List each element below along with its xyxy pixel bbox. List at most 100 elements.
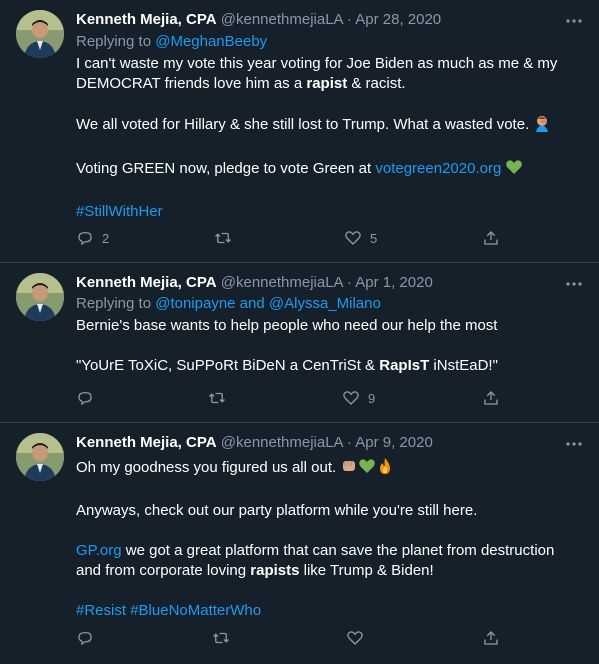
share-icon [484, 391, 498, 405]
separator: · [346, 434, 352, 451]
replying-to: Replying to @MeghanBeeby [76, 32, 267, 52]
reply-icon [78, 392, 92, 406]
text: like Trump & Biden! [299, 562, 434, 579]
display-name[interactable]: Kenneth Mejia, CPA [76, 274, 217, 291]
handle[interactable]: @kennethmejiaLA [221, 434, 343, 451]
url-link[interactable]: GP.org [76, 542, 122, 559]
display-name[interactable]: Kenneth Mejia, CPA [76, 11, 217, 28]
green-heart-emoji [358, 457, 376, 481]
avatar[interactable] [16, 273, 64, 321]
like-icon [347, 631, 363, 645]
tweet-paragraph: We all voted for Hillary & she still los… [76, 114, 581, 138]
more-icon[interactable] [565, 435, 583, 449]
tweet-text: I can't waste my vote this year voting f… [76, 54, 581, 222]
reply-icon [78, 232, 92, 246]
timestamp[interactable]: Apr 1, 2020 [355, 274, 433, 291]
tweet-paragraph: "YoUrE ToXiC, SuPPoRt BiDeN a CenTriSt &… [76, 356, 581, 376]
like-button[interactable] [346, 628, 364, 648]
retweet-icon [209, 392, 225, 404]
tweet-paragraph: Bernie's base wants to help people who n… [76, 316, 581, 336]
reply-count: 2 [102, 230, 110, 246]
text: iNstEaD!" [429, 357, 498, 374]
text: Bernie's base wants to help people who n… [76, 317, 498, 334]
hashtag-link[interactable]: #BlueNoMatterWho [130, 602, 261, 619]
tweet-paragraph: Anyways, check out our party platform wh… [76, 501, 581, 521]
url-link[interactable]: votegreen2020.org [375, 160, 501, 177]
tweet[interactable]: Kenneth Mejia, CPA @kennethmejiaLA · Apr… [0, 0, 599, 263]
text: & racist. [347, 75, 406, 92]
like-count: 5 [370, 230, 378, 246]
facepalm-emoji [533, 114, 551, 138]
tweet-paragraph: #Resist #BlueNoMatterWho [76, 601, 581, 621]
tweet-paragraph: GP.org we got a great platform that can … [76, 541, 581, 581]
bold-text: rapist [306, 75, 348, 92]
tweet-paragraph: I can't waste my vote this year voting f… [76, 54, 581, 94]
tweet-paragraph: Voting GREEN now, pledge to vote Green a… [76, 158, 581, 182]
retweet-icon [213, 632, 229, 644]
reply-button[interactable] [76, 388, 94, 408]
text: "YoUrE ToXiC, SuPPoRt BiDeN a CenTriSt & [76, 357, 380, 374]
avatar-image [16, 10, 64, 58]
more-icon[interactable] [565, 275, 583, 289]
share-button[interactable] [482, 388, 500, 408]
action-bar: 2 5 [76, 228, 506, 248]
replying-to: Replying to @tonipayne and @Alyssa_Milan… [76, 294, 381, 314]
green-heart-emoji [505, 158, 523, 182]
text: We all voted for Hillary & she still los… [76, 116, 530, 133]
text: Anyways, check out our party platform wh… [76, 502, 478, 519]
more-icon[interactable] [565, 12, 583, 26]
tweet-header: Kenneth Mejia, CPA @kennethmejiaLA · Apr… [76, 273, 433, 293]
display-name[interactable]: Kenneth Mejia, CPA [76, 434, 217, 451]
avatar[interactable] [16, 10, 64, 58]
fist-emoji [340, 457, 358, 481]
tweet-header: Kenneth Mejia, CPA @kennethmejiaLA · Apr… [76, 433, 433, 453]
text: Oh my goodness you figured us all out. [76, 459, 337, 476]
avatar-image [16, 273, 64, 321]
avatar[interactable] [16, 433, 64, 481]
reply-button[interactable]: 2 [76, 228, 109, 248]
replying-prefix: Replying to [76, 33, 156, 50]
action-bar: 9 [76, 388, 506, 408]
share-icon [484, 631, 498, 645]
hashtag-link[interactable]: #StillWithHer [76, 203, 163, 220]
like-icon [343, 391, 359, 405]
hashtag-link[interactable]: #Resist [76, 602, 126, 619]
tweet-text: Bernie's base wants to help people who n… [76, 316, 581, 376]
separator: · [346, 11, 352, 28]
avatar-image [16, 433, 64, 481]
mention-link[interactable]: @tonipayne [155, 295, 235, 312]
retweet-button[interactable] [212, 628, 230, 648]
share-button[interactable] [482, 228, 500, 248]
handle[interactable]: @kennethmejiaLA [221, 274, 343, 291]
reply-icon [78, 632, 92, 646]
reply-button[interactable] [76, 628, 94, 648]
bold-text: rapists [250, 562, 300, 579]
mention-link[interactable]: @Alyssa_Milano [269, 295, 381, 312]
tweet-text: Oh my goodness you figured us all out. A… [76, 457, 581, 621]
bold-text: RapIsT [379, 357, 430, 374]
tweet-paragraph: Oh my goodness you figured us all out. [76, 457, 581, 481]
tweet-paragraph: #StillWithHer [76, 202, 581, 222]
replying-and: and [235, 295, 269, 312]
replying-prefix: Replying to [76, 295, 156, 312]
like-icon [345, 231, 361, 245]
separator: · [346, 274, 352, 291]
text: Voting GREEN now, pledge to vote Green a… [76, 160, 376, 177]
handle[interactable]: @kennethmejiaLA [221, 11, 343, 28]
tweet[interactable]: Kenneth Mejia, CPA @kennethmejiaLA · Apr… [0, 423, 599, 664]
fire-emoji [376, 457, 394, 481]
tweet[interactable]: Kenneth Mejia, CPA @kennethmejiaLA · Apr… [0, 263, 599, 423]
like-button[interactable]: 9 [342, 388, 375, 408]
share-button[interactable] [482, 628, 500, 648]
retweet-icon [215, 232, 231, 244]
retweet-button[interactable] [208, 388, 226, 408]
mention-link[interactable]: @MeghanBeeby [155, 33, 267, 50]
like-button[interactable]: 5 [344, 228, 377, 248]
like-count: 9 [368, 390, 376, 406]
retweet-button[interactable] [214, 228, 232, 248]
timestamp[interactable]: Apr 28, 2020 [355, 11, 441, 28]
timestamp[interactable]: Apr 9, 2020 [355, 434, 433, 451]
share-icon [484, 231, 498, 245]
action-bar [76, 628, 506, 648]
tweet-header: Kenneth Mejia, CPA @kennethmejiaLA · Apr… [76, 10, 441, 30]
